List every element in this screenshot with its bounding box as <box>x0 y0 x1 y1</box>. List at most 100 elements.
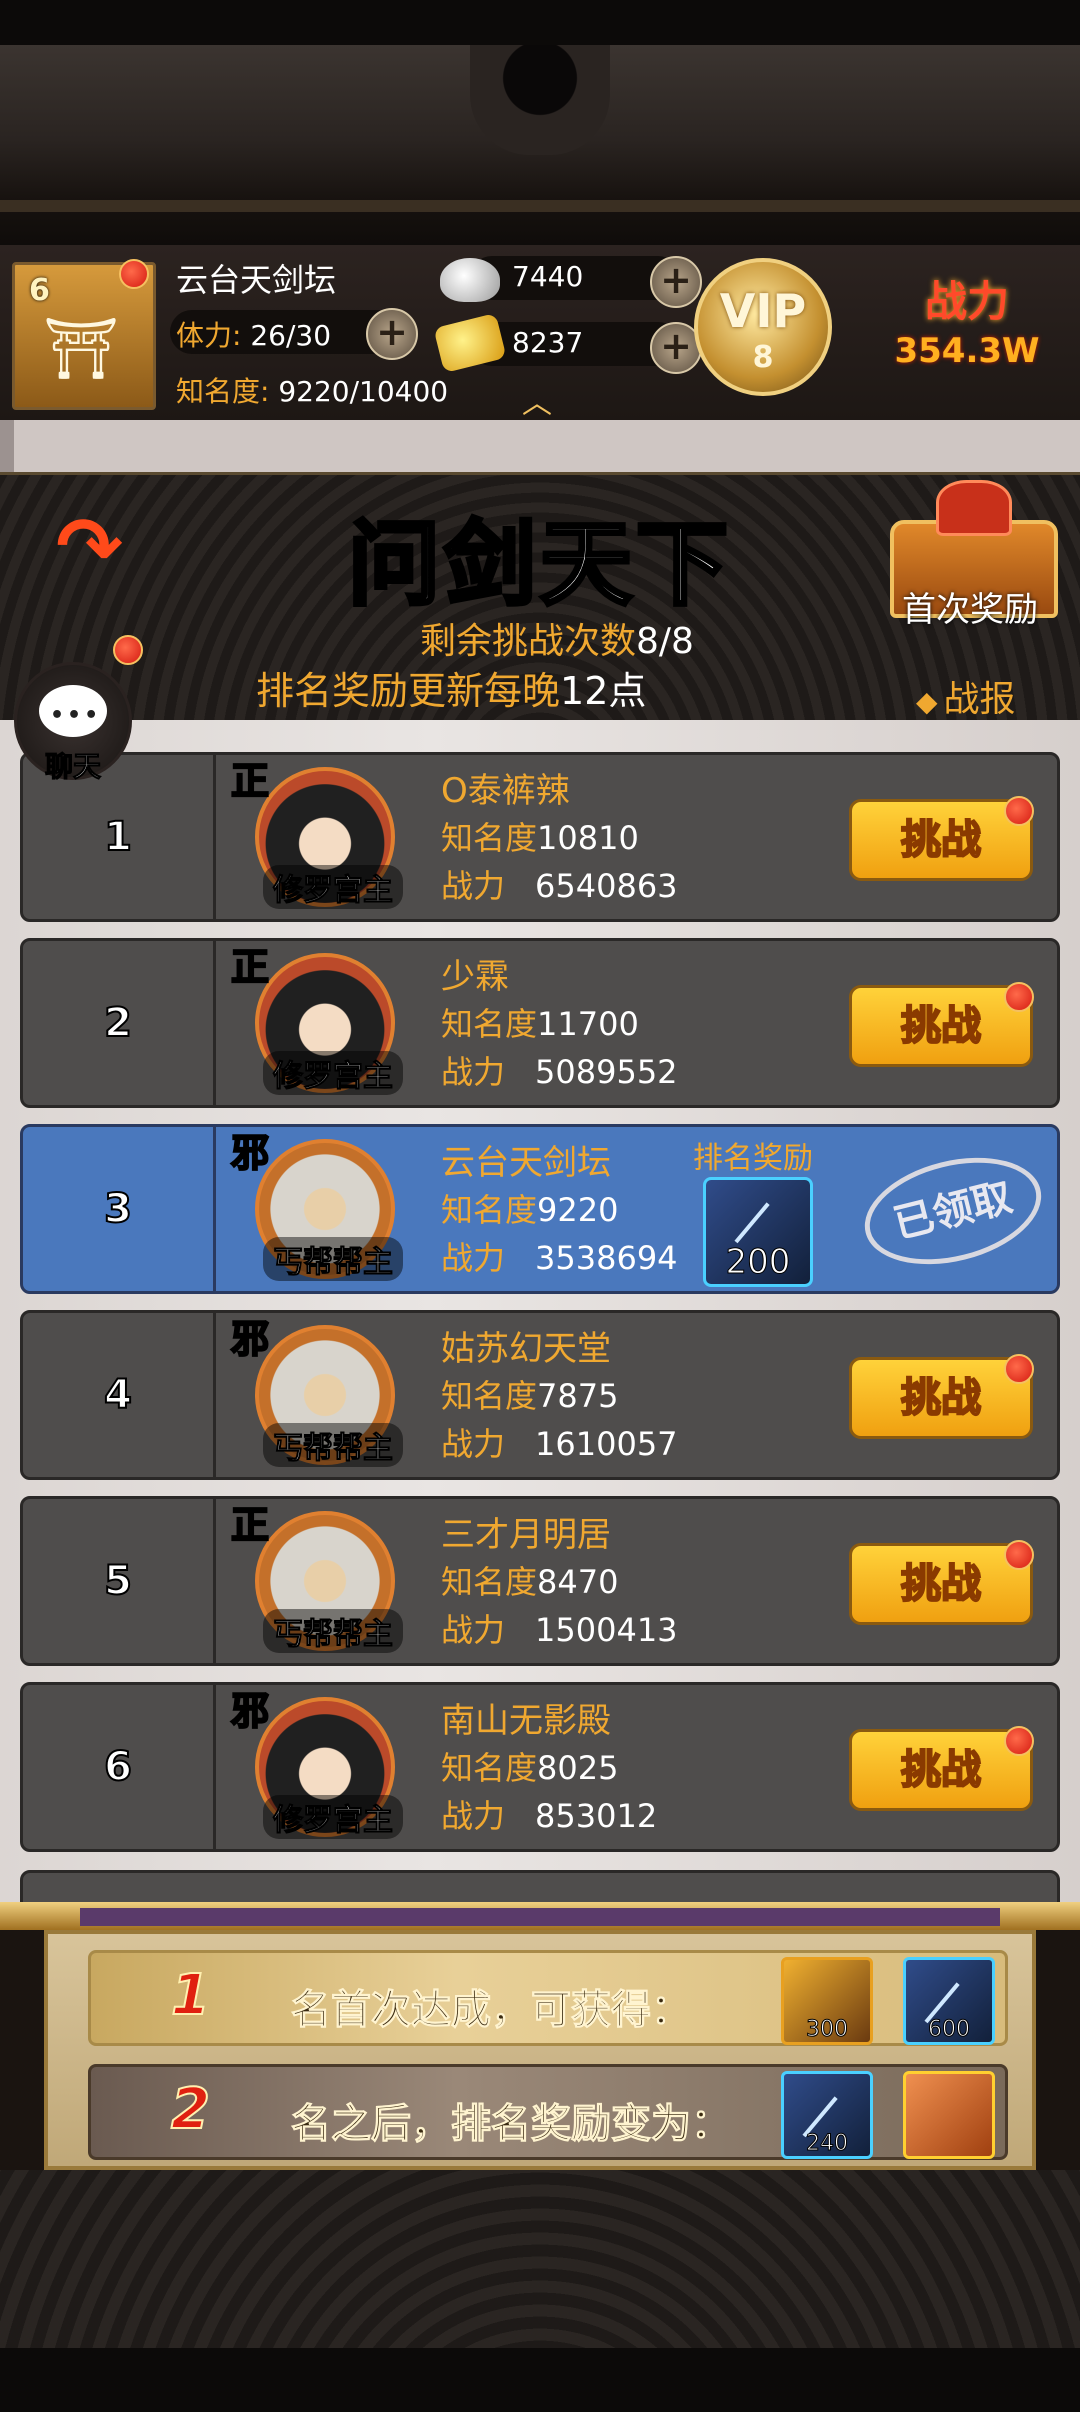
gold-bar-reward-icon[interactable]: 300 <box>781 1957 873 2045</box>
fame-value: 9220 <box>537 1191 619 1229</box>
challenge-button[interactable]: 挑战 <box>849 1726 1034 1811</box>
vip-text: VIP <box>719 284 807 338</box>
fame-label: 知名度 <box>441 1563 538 1601</box>
power-value: 6540863 <box>535 867 678 905</box>
sword-reward-icon[interactable]: 600 <box>903 1957 995 2045</box>
reward-count: 200 <box>725 1242 791 1283</box>
first-reward-button[interactable]: 首次奖励 <box>870 470 1070 630</box>
player-level: 6 <box>29 273 50 308</box>
challenge-button[interactable]: 挑战 <box>849 796 1034 881</box>
hero-role: 丐帮帮主 <box>263 1423 403 1467</box>
notification-dot <box>113 635 143 665</box>
rank-number: 6 <box>23 1685 216 1849</box>
chat-button[interactable]: ••• 聊天 <box>14 635 143 784</box>
power-value: 3538694 <box>535 1239 678 1277</box>
gap-edge <box>0 420 14 472</box>
battle-report-link[interactable]: ◆ 战报 <box>916 670 1016 722</box>
fame-value: 10810 <box>537 819 639 857</box>
faction-badge: 正 <box>230 944 270 990</box>
challenge-label: 挑战 <box>900 816 982 864</box>
faction-badge: 正 <box>230 758 270 804</box>
combat-power-value: 354.3W <box>894 331 1040 371</box>
silver-value: 7440 <box>512 260 584 293</box>
challenge-label: 挑战 <box>900 1374 982 1422</box>
opponent-name: 姑苏幻天堂 <box>441 1329 611 1369</box>
notification-dot <box>1004 1540 1034 1570</box>
power-line: 战力 6540863 <box>441 861 678 907</box>
faction-badge: 邪 <box>230 1130 270 1176</box>
target-rank: 2 <box>170 2076 211 2143</box>
target-rank: 1 <box>170 1962 211 2029</box>
challenge-button[interactable]: 挑战 <box>849 1354 1034 1439</box>
fame-label: 知名度 <box>441 1749 538 1787</box>
power-label: 战力 <box>441 1425 506 1463</box>
fame-value: 8470 <box>537 1563 619 1601</box>
add-stamina-button[interactable]: + <box>366 308 418 360</box>
power-value: 853012 <box>535 1797 658 1835</box>
ranking-row[interactable]: 3 邪丐帮帮主 云台天剑坛 知名度9220 战力 3538694 排名奖励 200 已领取 <box>20 1124 1060 1294</box>
silver-ingot-icon <box>440 258 500 302</box>
token-reward-icon[interactable] <box>903 2071 995 2159</box>
fame-value: 9220/10400 <box>278 375 449 408</box>
faction-badge: 正 <box>230 1502 270 1548</box>
stamina-label: 体力: <box>176 319 242 352</box>
battle-report-label: 战报 <box>943 679 1016 720</box>
opponent-name: 三才月明居 <box>441 1515 611 1555</box>
expand-chevron-icon[interactable]: ︿ <box>522 378 552 422</box>
fame-line: 知名度8025 <box>441 1743 618 1789</box>
diamond-icon: ◆ <box>916 685 938 718</box>
power-line: 战力 1610057 <box>441 1419 678 1465</box>
gap-strip <box>0 420 1080 472</box>
vip-badge[interactable]: VIP 8 <box>694 258 832 396</box>
fame-line: 知名度7875 <box>441 1371 618 1417</box>
first-reach-reward-line: 1 名首次达成，可获得： 300 600 <box>88 1950 1008 2046</box>
ranking-row[interactable]: 1 正修罗宫主 O泰裤辣 知名度10810 战力 6540863 挑战 <box>20 752 1060 922</box>
ranking-row[interactable]: 6 邪修罗宫主 南山无影殿 知名度8025 战力 853012 挑战 <box>20 1682 1060 1852</box>
faction-badge: 邪 <box>230 1316 270 1362</box>
chat-bubble-icon: ••• <box>39 685 107 737</box>
fame-line: 知名度11700 <box>441 999 639 1045</box>
opponent-name: 南山无影殿 <box>441 1701 611 1741</box>
ranking-row[interactable]: 4 邪丐帮帮主 姑苏幻天堂 知名度7875 战力 1610057 挑战 <box>20 1310 1060 1480</box>
add-silver-button[interactable]: + <box>650 256 702 308</box>
player-avatar[interactable]: 6 ⛩ <box>12 259 156 410</box>
faction-badge: 邪 <box>230 1688 270 1734</box>
fame-line: 知名度10810 <box>441 813 639 859</box>
fame-label: 知名度 <box>441 1377 538 1415</box>
power-label: 战力 <box>441 867 506 905</box>
pagoda-icon: ⛩ <box>43 314 120 384</box>
hero-role: 修罗宫主 <box>263 1795 403 1839</box>
power-label: 战力 <box>441 1053 506 1091</box>
hero-role: 修罗宫主 <box>263 865 403 909</box>
opponent-name: 少霖 <box>441 957 509 997</box>
gift-bow-icon <box>936 480 1012 536</box>
opponent-name: O泰裤辣 <box>441 771 570 811</box>
fame-label: 知名度 <box>441 1191 538 1229</box>
challenge-label: 挑战 <box>900 1002 982 1050</box>
sword-reward-icon[interactable]: 240 <box>781 2071 873 2159</box>
stamina-value: 26/30 <box>250 319 332 352</box>
first-reward-label: 首次奖励 <box>902 590 1038 630</box>
challenge-button[interactable]: 挑战 <box>849 1540 1034 1625</box>
bottom-bar <box>0 2348 1080 2412</box>
notification-dot <box>1004 982 1034 1012</box>
roof-ornament <box>470 45 610 155</box>
sword-reward-icon[interactable]: 200 <box>703 1177 813 1287</box>
gold-value: 8237 <box>512 326 584 359</box>
notification-dot <box>1004 796 1034 826</box>
vip-level: 8 <box>752 340 774 375</box>
player-name: 云台天剑坛 <box>176 261 337 299</box>
challenge-button[interactable]: 挑战 <box>849 982 1034 1067</box>
fame-value: 7875 <box>537 1377 619 1415</box>
sword-icon <box>734 1202 770 1244</box>
ranking-row[interactable]: 2 正修罗宫主 少霖 知名度11700 战力 5089552 挑战 <box>20 938 1060 1108</box>
ranking-row[interactable]: 5 正丐帮帮主 三才月明居 知名度8470 战力 1500413 挑战 <box>20 1496 1060 1666</box>
reward-count: 600 <box>928 2017 971 2043</box>
claimed-stamp: 已领取 <box>853 1140 1053 1282</box>
power-line: 战力 853012 <box>441 1791 657 1837</box>
rank-reward-change-text: 名之后，排名奖励变为： <box>291 2101 732 2148</box>
back-arrow-icon[interactable]: ↶ <box>56 500 123 593</box>
power-value: 5089552 <box>535 1053 678 1091</box>
stamina: 体力: 26/30 <box>176 314 331 354</box>
remaining-challenges: 剩余挑战次数8/8 <box>420 612 694 664</box>
